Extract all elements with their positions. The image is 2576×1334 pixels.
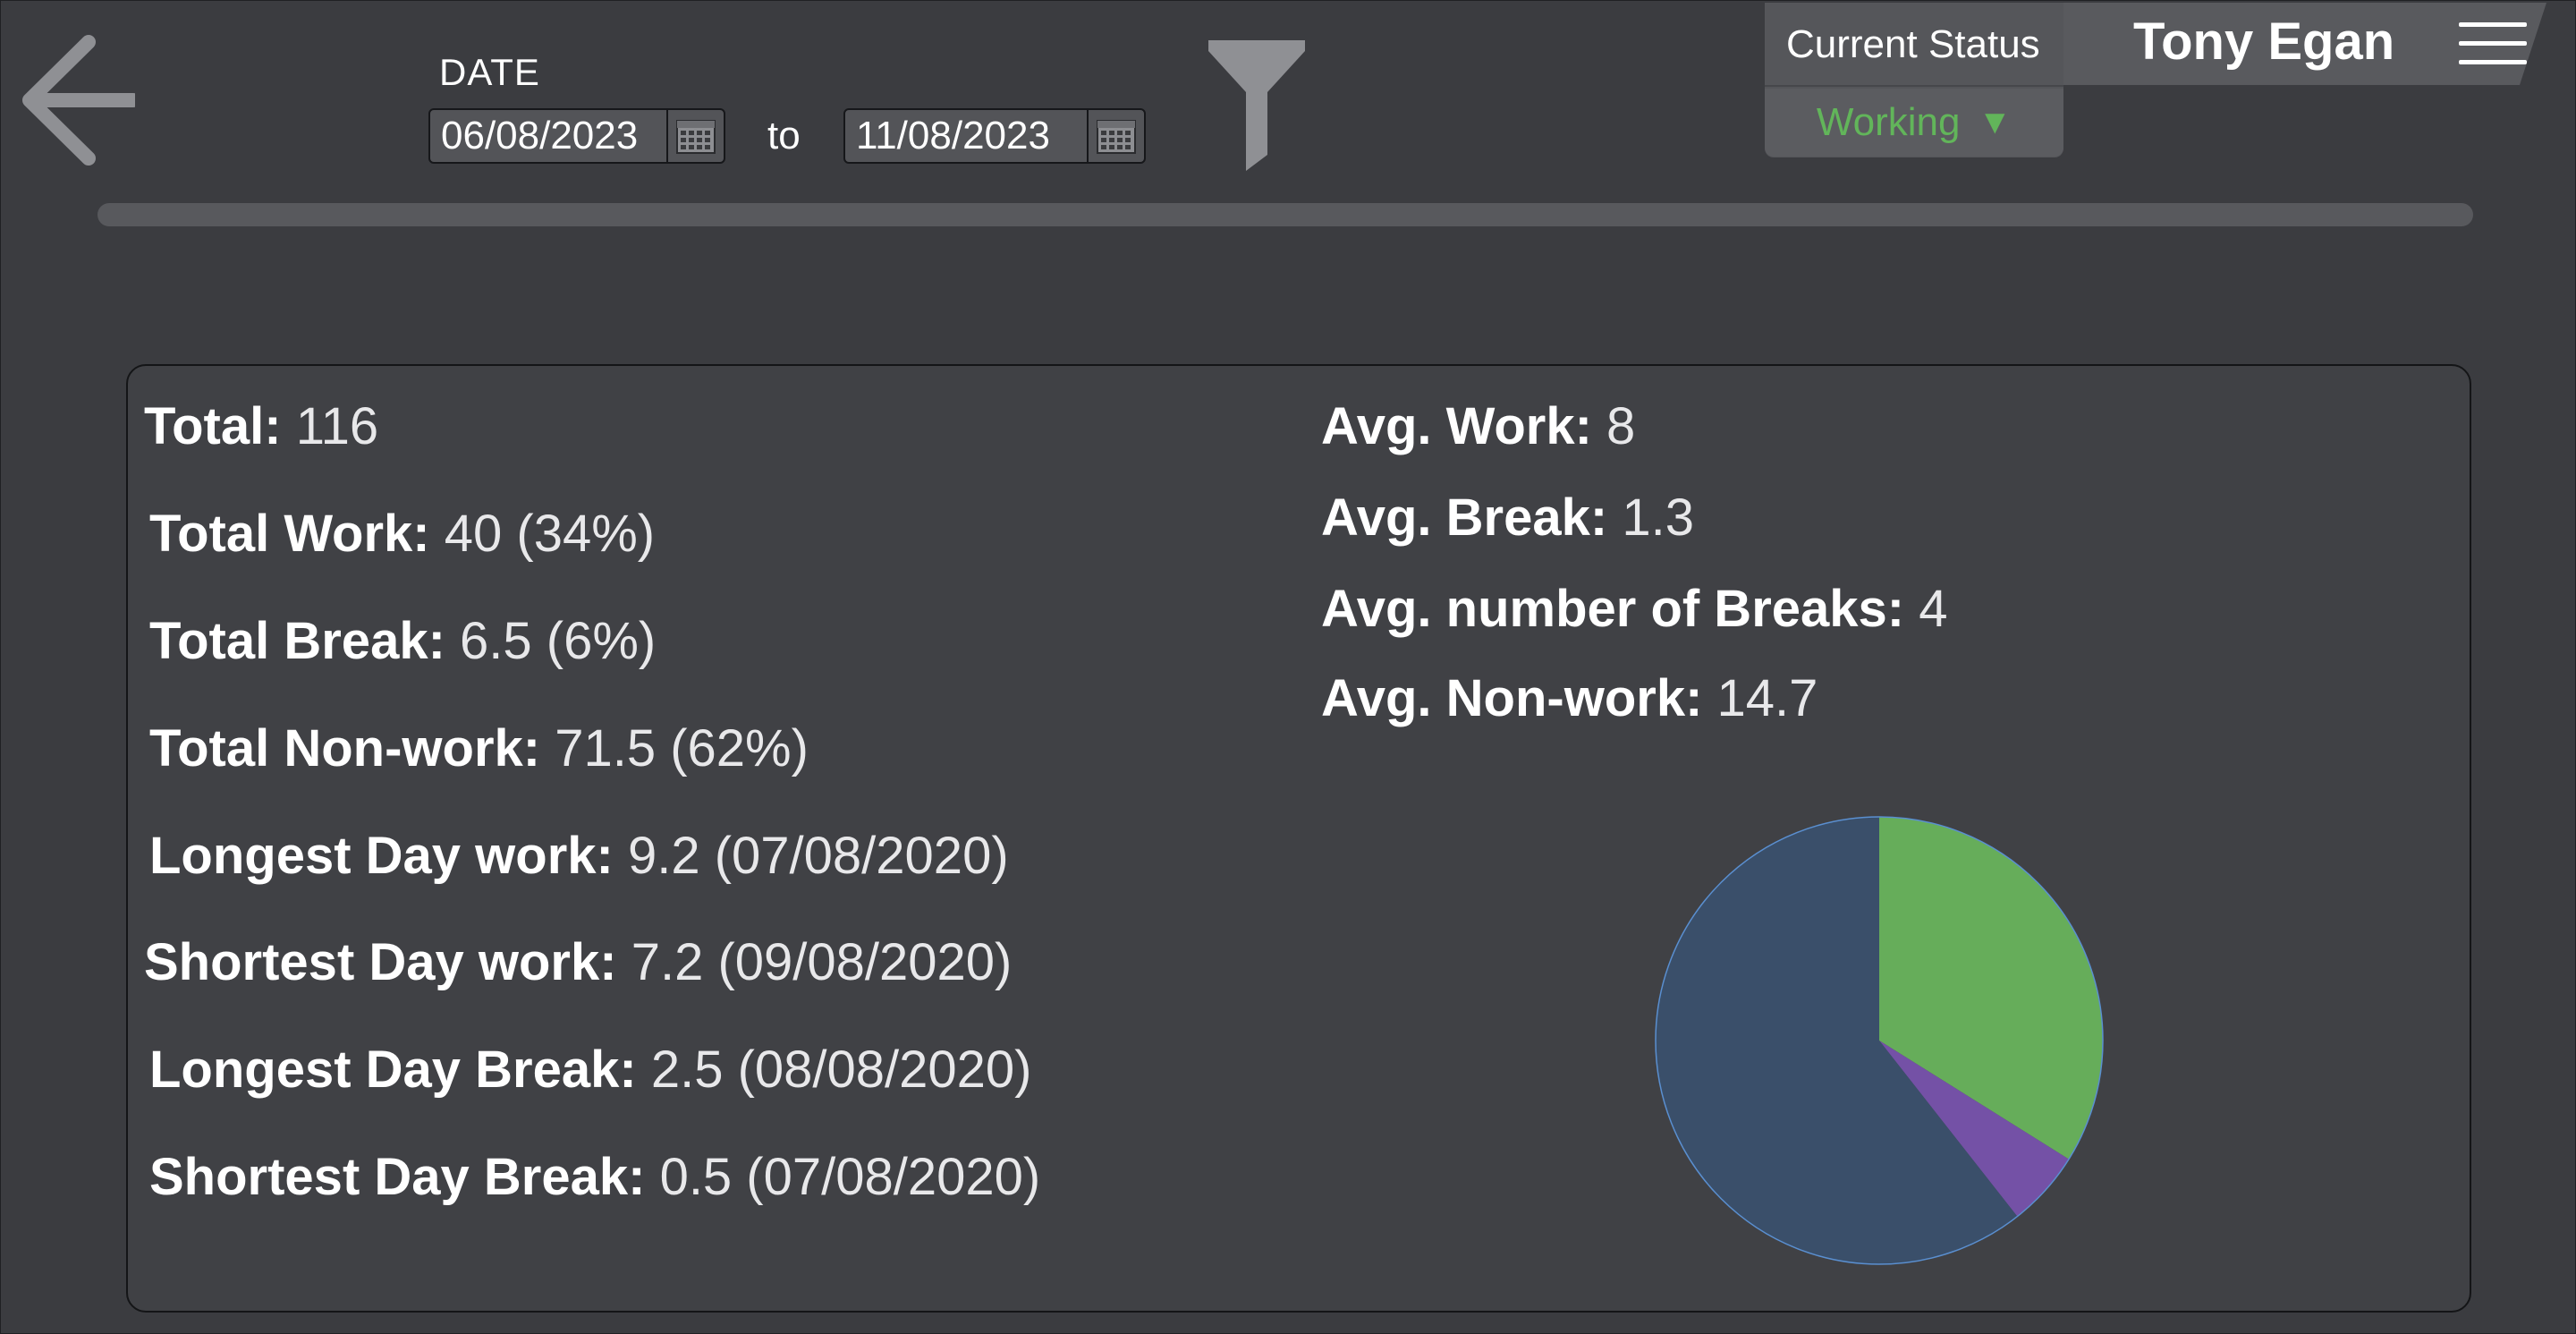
date-from-field[interactable]: 06/08/2023	[428, 108, 725, 164]
date-to-value[interactable]: 11/08/2023	[845, 114, 1087, 158]
app-screen: DATE 06/08/2023 to 11/08/2023 Current St…	[0, 0, 2576, 1334]
date-label: DATE	[439, 51, 540, 93]
stat-label: Avg. Non-work:	[1321, 669, 1703, 727]
stat-value: 7.2 (09/08/2020)	[631, 933, 1013, 991]
status-divider	[1765, 85, 2063, 87]
stat-longest-day-break: Longest Day Break: 2.5 (08/08/2020)	[149, 1040, 1032, 1100]
chevron-down-icon: ▼	[1978, 103, 2012, 141]
stat-total-nonwork: Total Non-work: 71.5 (62%)	[149, 718, 809, 778]
date-to-field[interactable]: 11/08/2023	[843, 108, 1146, 164]
stat-value: 2.5 (08/08/2020)	[650, 1041, 1032, 1099]
stat-value: 14.7	[1716, 669, 1818, 727]
stat-value: 71.5 (62%)	[555, 719, 809, 777]
current-status-label: Current Status	[1786, 22, 2040, 66]
calendar-icon[interactable]	[666, 110, 724, 162]
stat-value: 40 (34%)	[444, 505, 656, 563]
status-dropdown[interactable]: Working ▼	[1765, 89, 2063, 157]
stat-value: 8	[1606, 397, 1636, 455]
stat-value: 9.2 (07/08/2020)	[627, 827, 1009, 885]
hamburger-menu-icon[interactable]	[2453, 19, 2532, 69]
stat-shortest-day-break: Shortest Day Break: 0.5 (07/08/2020)	[149, 1147, 1040, 1207]
time-breakdown-pie-chart	[1655, 816, 2104, 1265]
filter-icon[interactable]	[1205, 37, 1309, 173]
stat-label: Avg. number of Breaks:	[1321, 580, 1905, 638]
stat-avg-work: Avg. Work: 8	[1321, 396, 1635, 456]
stat-value: 4	[1919, 580, 1948, 638]
stat-total-work: Total Work: 40 (34%)	[149, 504, 655, 564]
stat-value: 1.3	[1622, 489, 1694, 547]
stat-shortest-day-work: Shortest Day work: 7.2 (09/08/2020)	[144, 932, 1012, 992]
stat-label: Total Non-work:	[149, 719, 541, 777]
stat-total-break: Total Break: 6.5 (6%)	[149, 611, 656, 671]
stat-avg-nonwork: Avg. Non-work: 14.7	[1321, 668, 1818, 728]
date-from-value[interactable]: 06/08/2023	[430, 114, 666, 158]
arrow-left-icon[interactable]	[19, 33, 135, 167]
stat-value: 116	[295, 397, 379, 455]
date-range-to-label: to	[767, 114, 801, 157]
stat-total: Total: 116	[144, 396, 378, 456]
stat-label: Total Work:	[149, 505, 430, 563]
current-status-panel: Current Status Working ▼	[1765, 3, 2063, 157]
stat-label: Total:	[144, 397, 282, 455]
stat-label: Avg. Break:	[1321, 489, 1608, 547]
stat-value: 0.5 (07/08/2020)	[659, 1148, 1041, 1206]
stat-avg-break: Avg. Break: 1.3	[1321, 488, 1694, 548]
stat-label: Longest Day Break:	[149, 1041, 637, 1099]
status-value: Working	[1816, 100, 1961, 144]
stat-label: Shortest Day Break:	[149, 1148, 646, 1206]
stat-label: Shortest Day work:	[144, 933, 617, 991]
stat-value: 6.5 (6%)	[460, 612, 657, 670]
user-name: Tony Egan	[2133, 13, 2395, 71]
stat-label: Avg. Work:	[1321, 397, 1592, 455]
header-divider	[97, 203, 2473, 226]
calendar-icon[interactable]	[1087, 110, 1144, 162]
stat-label: Total Break:	[149, 612, 445, 670]
stat-avg-number-of-breaks: Avg. number of Breaks: 4	[1321, 579, 1948, 639]
stat-label: Longest Day work:	[149, 827, 614, 885]
stat-longest-day-work: Longest Day work: 9.2 (07/08/2020)	[149, 826, 1009, 886]
